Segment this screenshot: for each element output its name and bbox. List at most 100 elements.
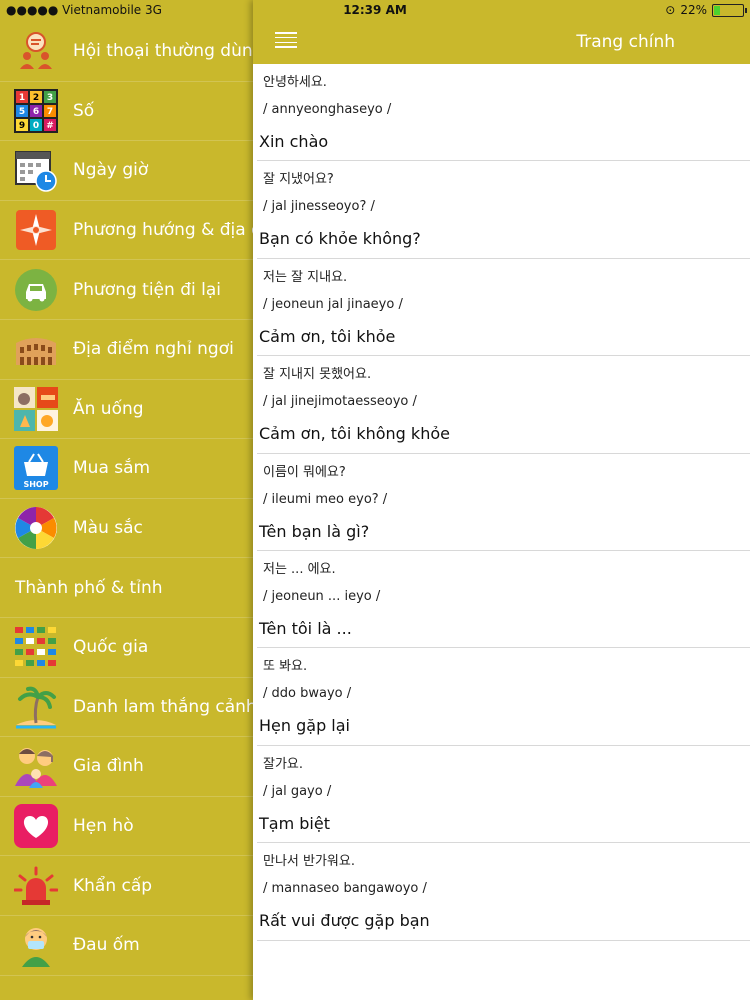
sidebar-item-colors[interactable]: Màu sắc [0, 499, 253, 559]
romanization: / ileumi meo eyo? / [263, 491, 388, 507]
sidebar-item-shopping[interactable]: SHOP Mua sắm [0, 439, 253, 499]
sidebar-item-numbers[interactable]: 1 2 3 5 6 7 9 0 # Số [0, 82, 253, 142]
svg-text:SHOP: SHOP [23, 480, 48, 489]
hamburger-line [275, 46, 297, 48]
color-wheel-icon [14, 506, 58, 550]
numbers-icon: 1 2 3 5 6 7 9 0 # [14, 88, 58, 133]
family-icon [14, 744, 58, 789]
sidebar-item-label: Ngày giờ [73, 160, 149, 181]
hamburger-line [275, 36, 297, 39]
svg-text:#: # [46, 121, 54, 131]
sidebar-item-emergency[interactable]: Khẩn cấp [0, 856, 253, 916]
sidebar-section-label: Thành phố & tỉnh [15, 577, 163, 598]
vietnamese-translation: Xin chào [259, 132, 329, 151]
korean-text: 이름이 뭐에요? [263, 464, 346, 480]
sidebar-item-cities[interactable]: Thành phố & tỉnh [0, 558, 253, 618]
phrase-row[interactable]: 만나서 반가워요. / mannaseo bangawoyo / Rất vui… [257, 843, 750, 941]
sidebar-item-label: Khẩn cấp [73, 875, 153, 896]
hamburger-line [275, 41, 297, 44]
battery-icon [712, 3, 747, 17]
romanization: / jeoneun ... ieyo / [263, 588, 381, 604]
palm-island-icon [14, 685, 58, 729]
korean-text: 잘 지내지 못했어요. [263, 367, 372, 383]
vietnamese-translation: Bạn có khỏe không? [259, 229, 421, 249]
romanization: / jeoneun jal jinaeyo / [263, 296, 403, 312]
romanization: / jal jinejimotaesseoyo / [263, 394, 417, 410]
korean-text: 또 봐요. [263, 659, 308, 675]
sidebar-item-label: Hẹn hò [73, 816, 134, 837]
sidebar-item-conversation[interactable]: Hội thoại thường dùng [0, 22, 253, 82]
svg-text:1: 1 [19, 93, 25, 103]
heart-icon [14, 804, 58, 849]
sidebar-item-label: Hội thoại thường dùng [73, 41, 253, 62]
sidebar-item-family[interactable]: Gia đình [0, 737, 253, 797]
sidebar-item-label: Màu sắc [73, 518, 143, 539]
phrase-row[interactable]: 잘 지냈어요? / jal jinesseoyo? / Bạn có khỏe … [257, 161, 750, 259]
sidebar-item-dating[interactable]: Hẹn hò [0, 797, 253, 857]
korean-text: 잘가요. [263, 756, 304, 772]
sick-person-icon [14, 923, 58, 968]
vietnamese-translation: Tạm biệt [259, 813, 330, 833]
car-icon [14, 268, 58, 312]
sidebar-item-landmarks[interactable]: Danh lam thắng cảnh [0, 678, 253, 738]
colosseum-icon [14, 327, 58, 371]
phrase-row[interactable]: 이름이 뭐에요? / ileumi meo eyo? / Tên bạn là … [257, 454, 750, 551]
romanization: / jal gayo / [263, 783, 332, 799]
sidebar-item-label: Mua sắm [73, 458, 151, 479]
phrase-row[interactable]: 저는 잘 지내요. / jeoneun jal jinaeyo / Cảm ơn… [257, 259, 750, 357]
phrase-list: 안녕하세요. / annyeonghaseyo / Xin chào 잘 지냈어… [253, 64, 750, 941]
romanization: / mannaseo bangawoyo / [263, 881, 427, 897]
flags-icon [14, 625, 58, 669]
hamburger-icon [275, 32, 297, 34]
sidebar-item-transport[interactable]: Phương tiện đi lại [0, 260, 253, 320]
svg-text:9: 9 [19, 121, 25, 131]
vietnamese-translation: Cảm ơn, tôi không khỏe [259, 424, 450, 444]
compass-icon [14, 208, 58, 252]
sidebar-item-datetime[interactable]: Ngày giờ [0, 141, 253, 201]
vietnamese-translation: Tên bạn là gì? [259, 521, 370, 541]
phrase-row[interactable]: 또 봐요. / ddo bwayo / Hẹn gặp lại [257, 648, 750, 746]
menu-button[interactable] [275, 32, 297, 48]
svg-text:5: 5 [19, 107, 25, 117]
phrase-row[interactable]: 안녕하세요. / annyeonghaseyo / Xin chào [257, 64, 750, 162]
svg-text:2: 2 [33, 93, 39, 103]
sidebar-item-food[interactable]: Ăn uống [0, 380, 253, 440]
sidebar-item-sickness[interactable]: Đau ốm [0, 916, 253, 976]
korean-text: 안녕하세요. [263, 75, 327, 90]
main-panel: Trang chính 안녕하세요. / annyeonghaseyo / Xi… [253, 0, 750, 1000]
sidebar-item-rest-places[interactable]: Địa điểm nghỉ ngơi [0, 320, 253, 380]
vietnamese-translation: Tên tôi là ... [259, 618, 352, 638]
phrase-row[interactable]: 잘가요. / jal gayo / Tạm biệt [257, 746, 750, 844]
svg-text:0: 0 [33, 121, 39, 131]
vietnamese-translation: Cảm ơn, tôi khỏe [259, 326, 396, 346]
sidebar-item-label: Quốc gia [73, 637, 149, 658]
korean-text: 만나서 반가워요. [263, 854, 355, 870]
vietnamese-translation: Hẹn gặp lại [259, 716, 350, 736]
conversation-icon [14, 29, 58, 73]
calendar-clock-icon [14, 148, 58, 193]
status-bar: ●●●●● Vietnamobile 3G 12:39 AM ⊙ 22% [0, 0, 750, 22]
shop-basket-icon: SHOP [14, 446, 58, 491]
korean-text: 저는 잘 지내요. [263, 269, 348, 285]
rotation-lock-icon: ⊙ [665, 3, 676, 17]
sidebar-item-countries[interactable]: Quốc gia [0, 618, 253, 678]
sidebar-item-label: Đau ốm [73, 935, 140, 956]
sidebar-item-label: Danh lam thắng cảnh [73, 696, 253, 717]
clock: 12:39 AM [343, 3, 407, 17]
romanization: / annyeonghaseyo / [263, 102, 392, 117]
korean-text: 저는 ... 에요. [263, 561, 336, 577]
sidebar: Hội thoại thường dùng 1 2 3 5 6 7 9 0 # … [0, 22, 253, 1000]
phrase-row[interactable]: 저는 ... 에요. / jeoneun ... ieyo / Tên tôi … [257, 551, 750, 649]
sidebar-item-directions[interactable]: Phương hướng & địa điểm [0, 201, 253, 261]
sidebar-item-label: Phương tiện đi lại [73, 279, 221, 300]
sidebar-item-label: Địa điểm nghỉ ngơi [73, 339, 234, 360]
sidebar-item-label: Gia đình [73, 756, 144, 777]
siren-icon [14, 864, 58, 908]
status-right: ⊙ 22% [665, 3, 747, 17]
vietnamese-translation: Rất vui được gặp bạn [259, 911, 430, 931]
phrase-row[interactable]: 잘 지내지 못했어요. / jal jinejimotaesseoyo / Cả… [257, 356, 750, 454]
sidebar-item-label: Phương hướng & địa điểm [73, 220, 253, 241]
romanization: / ddo bwayo / [263, 686, 352, 702]
sidebar-item-label: Ăn uống [73, 398, 144, 419]
svg-text:7: 7 [47, 107, 53, 117]
